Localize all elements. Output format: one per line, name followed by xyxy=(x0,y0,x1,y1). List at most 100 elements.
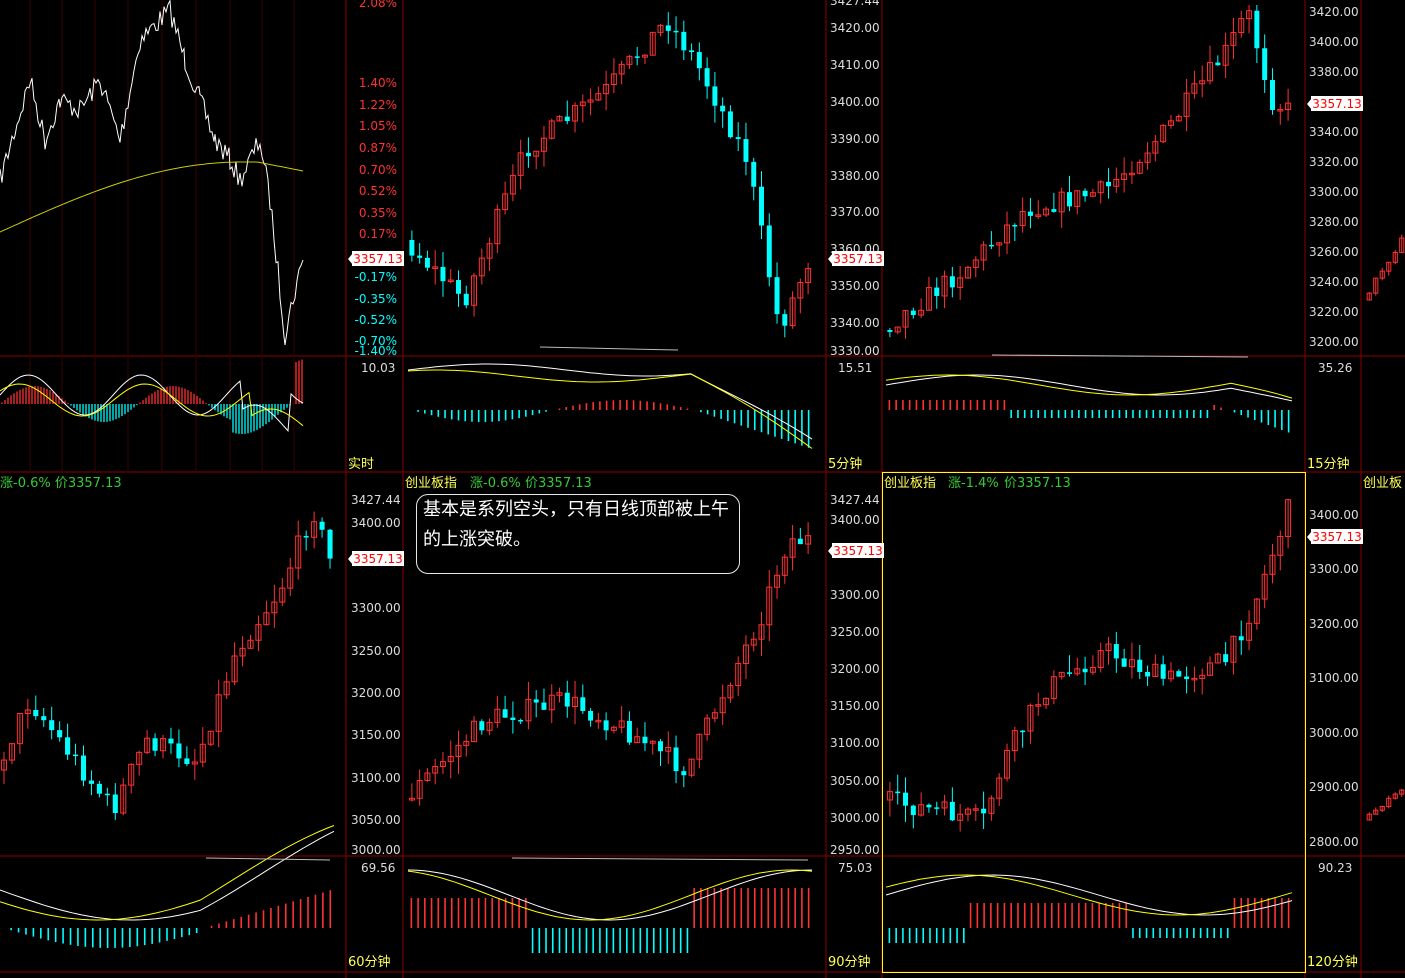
intraday-pct-tick: 1.05% xyxy=(359,119,397,133)
m60-dif-line xyxy=(0,830,335,921)
active-panel-border xyxy=(882,472,1306,973)
m15-candle-down xyxy=(949,276,955,288)
m120-candle-down xyxy=(1082,668,1088,673)
m120-candle-down xyxy=(926,804,932,808)
intraday-pct-tick: 0.17% xyxy=(359,227,397,241)
intraday-pct-tick: 1.40% xyxy=(359,76,397,90)
m60-candle-down xyxy=(88,780,94,784)
m60-candle-down xyxy=(104,793,110,796)
m120-candle-down xyxy=(1020,730,1026,733)
m60-price-tick: 3150.00 xyxy=(351,728,401,742)
m5-candle-down xyxy=(409,240,415,256)
current-price-tag: 3357.13 xyxy=(828,251,884,266)
m15-candle-down xyxy=(1082,190,1088,197)
m90-candle-down xyxy=(658,741,663,752)
m15-price-tick: 3300.00 xyxy=(1309,185,1359,199)
m90-title-price: 价3357.13 xyxy=(525,476,592,491)
m120-candle-down xyxy=(1121,658,1127,667)
m5-price-tick: 3340.00 xyxy=(830,316,880,330)
m15-candle-down xyxy=(1051,209,1057,212)
m120-price-tick: 3200.00 xyxy=(1309,617,1359,631)
m15-price-tick: 3220.00 xyxy=(1309,305,1359,319)
current-price-tag: 3357.13 xyxy=(348,551,404,566)
m90-price-tick: 2950.00 xyxy=(830,843,880,857)
intraday-pct-tick: -0.17% xyxy=(355,270,397,284)
m5-candle-down xyxy=(665,25,671,31)
intraday-pct-tick: 0.52% xyxy=(359,184,397,198)
m120-price-tick: 3300.00 xyxy=(1309,562,1359,576)
m120-candle-down xyxy=(1160,664,1166,679)
period-label-m90: 90分钟 xyxy=(828,954,871,970)
current-price-tag: 3357.13 xyxy=(1307,96,1363,111)
m60-price-tick: 3400.00 xyxy=(351,516,401,530)
m90-candle-down xyxy=(479,721,485,731)
m60-price-tick: 3050.00 xyxy=(351,813,401,827)
m90-candle-down xyxy=(564,692,570,707)
multi-period-chart-grid: 2.08% 1.40% 1.22% 1.05% 0.87% 0.70% 0.52% 0.35%… xyxy=(0,0,1405,978)
m60-candle-down xyxy=(96,783,102,794)
m120-title-change: 涨-1.4% xyxy=(948,476,999,491)
m60-candle-down xyxy=(303,536,309,538)
m120-candle-down xyxy=(1238,636,1244,641)
m15-candle-down xyxy=(910,310,916,316)
m60-candle-down xyxy=(57,730,63,738)
intraday-pct-tick: 0.70% xyxy=(359,163,397,177)
m5-price-tick: 3330.00 xyxy=(830,344,880,358)
intraday-pct-tick: 2.08% xyxy=(359,0,397,10)
m60-price-tick: 3250.00 xyxy=(351,644,401,658)
m5-candle-down xyxy=(681,31,687,51)
m90-price-tick: 3427.44 xyxy=(830,493,880,507)
intraday-macd-top: 10.03 xyxy=(361,361,395,375)
m120-title-price: 价3357.13 xyxy=(1004,476,1071,491)
m120-candle-down xyxy=(1137,659,1143,672)
m5-candle-down xyxy=(704,68,710,87)
edge-title: 创业板 xyxy=(1363,476,1402,491)
m120-title: 创业板指 xyxy=(884,476,936,491)
m120-price-tick: 3000.00 xyxy=(1309,726,1359,740)
annotation-note[interactable]: 基本是系列空头，只有日线顶部被上午 的上涨突破。 xyxy=(416,494,740,574)
m90-macd-top: 75.03 xyxy=(838,861,872,875)
price-tag-text: 3357.13 xyxy=(1312,530,1362,544)
m60-price-tick: 3200.00 xyxy=(351,686,401,700)
intraday-price-line xyxy=(0,0,304,346)
m90-price-tick: 3050.00 xyxy=(830,774,880,788)
price-tag-text: 3357.13 xyxy=(353,252,403,266)
m5-candle-down xyxy=(456,280,461,294)
m15-candle-down xyxy=(1027,211,1033,216)
intraday-pct-tick: 0.87% xyxy=(359,141,397,155)
m90-trend-line xyxy=(511,857,809,861)
period-label-m120: 120分钟 xyxy=(1307,954,1358,970)
m120-candle-down xyxy=(895,791,901,794)
m60-candle-down xyxy=(168,738,174,744)
m15-price-tick: 3280.00 xyxy=(1309,215,1359,229)
m5-trend-line xyxy=(539,346,679,351)
m60-dea-line xyxy=(0,825,335,921)
intraday-avg-line xyxy=(0,161,304,233)
m5-candle-down xyxy=(440,266,446,282)
m90-title-change: 涨-0.6% xyxy=(470,476,521,491)
m15-dif-line xyxy=(885,374,1293,402)
m120-candle-down xyxy=(1145,671,1151,677)
m60-candle-down xyxy=(33,709,39,717)
m60-candle-down xyxy=(73,754,79,757)
m15-price-tick: 3320.00 xyxy=(1309,155,1359,169)
period-label-m60: 60分钟 xyxy=(348,954,391,970)
m5-candle-down xyxy=(735,137,741,140)
m15-price-tick: 3400.00 xyxy=(1309,35,1359,49)
m120-candle-down xyxy=(981,808,987,814)
m5-candle-down xyxy=(564,116,570,121)
m90-candle-down xyxy=(673,747,679,772)
m15-candle-down xyxy=(1269,79,1275,110)
m120-macd-top: 90.23 xyxy=(1318,861,1352,875)
m90-price-tick: 3150.00 xyxy=(830,699,880,713)
m5-dea-line xyxy=(407,369,813,449)
m90-candle-down xyxy=(797,538,803,545)
m90-candle-down xyxy=(603,720,609,731)
m5-price-tick: 3400.00 xyxy=(830,95,880,109)
current-price-tag: 3357.13 xyxy=(1307,529,1363,544)
m90-price-tick: 3400.00 xyxy=(830,513,880,527)
m90-title: 创业板指 xyxy=(405,476,457,491)
m5-macd-top: 15.51 xyxy=(838,361,872,375)
m90-price-tick: 3200.00 xyxy=(830,662,880,676)
m5-price-tick: 3390.00 xyxy=(830,132,880,146)
